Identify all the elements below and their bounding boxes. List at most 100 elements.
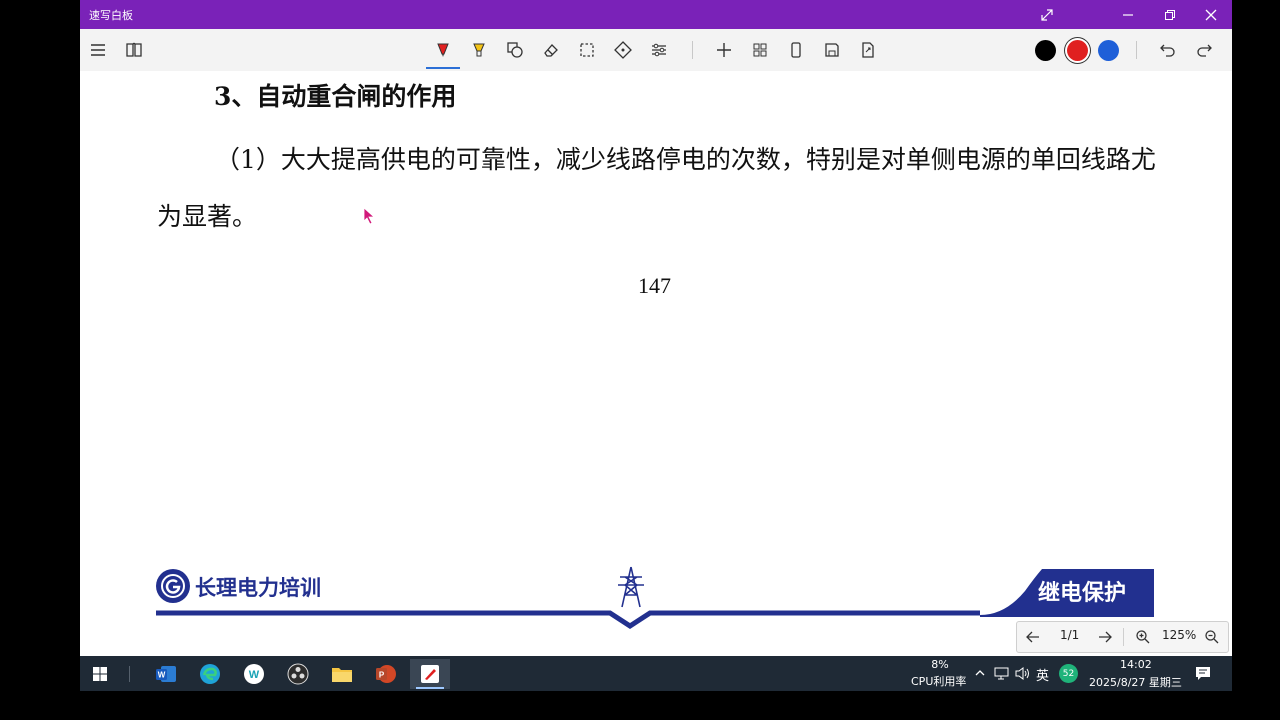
svg-text:P: P bbox=[379, 671, 385, 680]
word-icon: W bbox=[156, 666, 176, 682]
taskbar-obs[interactable] bbox=[278, 659, 318, 689]
page-button[interactable] bbox=[782, 37, 810, 63]
taskbar-explorer[interactable] bbox=[322, 659, 362, 689]
title-bar: 速写白板 bbox=[80, 0, 1232, 29]
redo-button[interactable] bbox=[1190, 37, 1218, 63]
export-icon bbox=[862, 42, 874, 58]
svg-text:W: W bbox=[158, 671, 166, 680]
ime-indicator[interactable]: 英 bbox=[1036, 665, 1049, 684]
plus-icon bbox=[717, 43, 731, 57]
taskbar-edge-strip bbox=[1228, 656, 1232, 691]
whiteboard-app-icon bbox=[421, 665, 439, 683]
restore-button[interactable] bbox=[1150, 0, 1190, 29]
tray-app-badge[interactable]: 52 bbox=[1059, 664, 1078, 683]
power-tower-icon bbox=[618, 566, 644, 608]
close-button[interactable] bbox=[1191, 0, 1231, 29]
expand-icon bbox=[1041, 8, 1053, 21]
page-icon bbox=[791, 42, 801, 58]
folder-icon bbox=[332, 668, 352, 682]
window-title: 速写白板 bbox=[89, 9, 133, 22]
taskbar-powerpoint[interactable]: P bbox=[366, 659, 406, 689]
color-red-swatch[interactable] bbox=[1067, 40, 1088, 61]
eraser-tool-button[interactable] bbox=[537, 37, 565, 63]
nav-divider bbox=[1123, 628, 1124, 646]
section-heading: 3、自动重合闸的作用 bbox=[214, 82, 457, 111]
page-number: 147 bbox=[638, 273, 671, 298]
network-icon[interactable] bbox=[994, 666, 1010, 681]
taskbar-edge[interactable] bbox=[190, 659, 230, 689]
eraser-icon bbox=[544, 44, 558, 57]
active-tool-indicator bbox=[426, 67, 460, 69]
brand-name: 长理电力培训 bbox=[195, 576, 321, 600]
redo-icon bbox=[1197, 44, 1212, 57]
brand-logo-icon bbox=[161, 574, 185, 598]
w-app-icon: W bbox=[244, 664, 264, 684]
svg-text:W: W bbox=[249, 669, 260, 681]
book-icon bbox=[126, 42, 142, 57]
selection-icon bbox=[580, 43, 594, 57]
move-tool-button[interactable] bbox=[609, 37, 637, 63]
color-black-swatch[interactable] bbox=[1035, 40, 1056, 61]
edge-icon bbox=[200, 664, 220, 684]
highlighter-tool-button[interactable] bbox=[465, 37, 493, 63]
shapes-icon bbox=[507, 42, 523, 58]
toolbar-divider bbox=[1136, 41, 1137, 59]
notification-icon[interactable] bbox=[1195, 666, 1211, 681]
menu-button[interactable] bbox=[84, 37, 112, 63]
pen-icon bbox=[437, 43, 449, 57]
minimize-button[interactable] bbox=[1108, 0, 1148, 29]
prev-page-icon[interactable] bbox=[1025, 629, 1041, 645]
undo-button[interactable] bbox=[1154, 37, 1182, 63]
move-icon bbox=[614, 41, 632, 59]
zoom-out-icon[interactable] bbox=[1204, 629, 1220, 645]
cpu-label: CPU利用率 bbox=[911, 675, 967, 688]
volume-icon[interactable] bbox=[1015, 666, 1031, 681]
book-button[interactable] bbox=[120, 37, 148, 63]
undo-icon bbox=[1160, 44, 1175, 57]
select-tool-button[interactable] bbox=[573, 37, 601, 63]
next-page-icon[interactable] bbox=[1097, 629, 1113, 645]
cursor-arrow-icon bbox=[363, 207, 376, 225]
powerpoint-icon: P bbox=[376, 665, 396, 683]
zoom-in-icon[interactable] bbox=[1135, 629, 1151, 645]
taskbar-word[interactable]: W bbox=[146, 659, 186, 689]
page-navigator: 1/1 125% bbox=[1016, 621, 1229, 653]
body-paragraph: （1）大大提高供电的可靠性，减少线路停电的次数，特别是对单侧电源的单回线路尤为显… bbox=[157, 145, 1156, 231]
pen-tool-button[interactable] bbox=[429, 37, 457, 63]
zoom-level: 125% bbox=[1162, 628, 1197, 642]
close-icon bbox=[1205, 9, 1217, 20]
brand-logo bbox=[156, 569, 190, 603]
course-tag: 继电保护 bbox=[1038, 581, 1127, 606]
export-button[interactable] bbox=[854, 37, 882, 63]
taskbar-app-w[interactable]: W bbox=[234, 659, 274, 689]
whiteboard-canvas[interactable]: 3、自动重合闸的作用 （1）大大提高供电的可靠性，减少线路停电的次数，特别是对单… bbox=[80, 71, 1232, 656]
clock-time[interactable]: 14:02 bbox=[1120, 658, 1152, 671]
save-icon bbox=[825, 43, 839, 57]
sliders-icon bbox=[652, 43, 666, 57]
start-button[interactable] bbox=[80, 659, 120, 689]
hamburger-icon bbox=[91, 44, 105, 56]
fullscreen-button[interactable] bbox=[1027, 0, 1067, 29]
toolbar bbox=[80, 29, 1232, 72]
color-blue-swatch[interactable] bbox=[1098, 40, 1119, 61]
taskbar-whiteboard[interactable] bbox=[410, 659, 450, 689]
toolbar-divider bbox=[692, 41, 693, 59]
cpu-percent: 8% bbox=[931, 658, 949, 671]
shape-tool-button[interactable] bbox=[501, 37, 529, 63]
grid-icon bbox=[753, 43, 767, 57]
app-window: 速写白板 3、自动重合闸的作用 （1）大大提高供电的可靠性，减少线路停电的次数，… bbox=[80, 0, 1232, 656]
page-indicator: 1/1 bbox=[1060, 628, 1080, 642]
restore-icon bbox=[1165, 9, 1175, 20]
settings-tool-button[interactable] bbox=[645, 37, 673, 63]
add-button[interactable] bbox=[710, 37, 738, 63]
clock-date[interactable]: 2025/8/27 星期三 bbox=[1089, 674, 1182, 690]
taskbar-divider bbox=[129, 666, 130, 682]
obs-icon bbox=[287, 663, 309, 685]
save-button[interactable] bbox=[818, 37, 846, 63]
grid-button[interactable] bbox=[746, 37, 774, 63]
highlighter-icon bbox=[473, 43, 485, 57]
taskbar: W W P 8% CPU利用率 英 52 14:02 2025/8/27 星期三 bbox=[80, 656, 1232, 691]
minimize-icon bbox=[1123, 13, 1133, 16]
tray-chevron-icon[interactable] bbox=[974, 667, 986, 679]
windows-icon bbox=[93, 667, 107, 681]
